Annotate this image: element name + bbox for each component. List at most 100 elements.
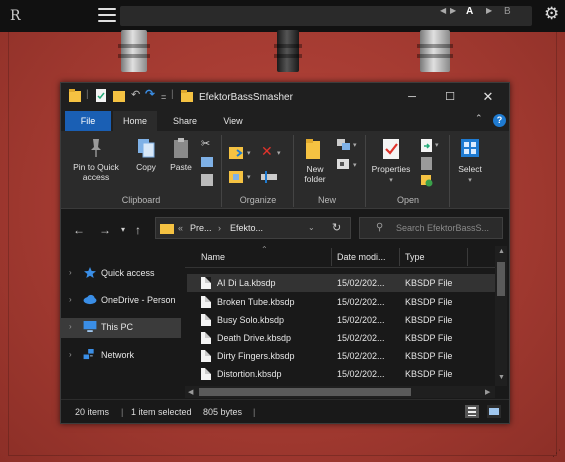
- easy-access-icon[interactable]: [337, 159, 351, 171]
- navigation-pane: › Quick access › OneDrive - Person › Thi…: [61, 246, 183, 399]
- column-separator[interactable]: [467, 248, 468, 266]
- help-icon[interactable]: ?: [493, 114, 506, 127]
- breadcrumb-presets[interactable]: Pre...: [190, 223, 212, 233]
- preset-prev-icon[interactable]: ◀: [440, 6, 446, 15]
- select-dropdown-icon: ▾: [468, 177, 472, 184]
- history-icon[interactable]: [421, 175, 433, 187]
- paste-button[interactable]: Paste: [165, 137, 197, 172]
- group-organize-label: Organize: [239, 195, 277, 205]
- ribbon-home: Pin to Quick access Copy Paste ✂ Clipboa…: [61, 131, 509, 209]
- delete-dropdown-icon[interactable]: ▾: [277, 149, 281, 157]
- customize-toolbar-icon[interactable]: =: [161, 92, 166, 102]
- new-item-icon[interactable]: [337, 139, 351, 151]
- recent-locations-icon[interactable]: ▾: [121, 225, 125, 234]
- file-row[interactable]: Death Drive.kbsdp 15/02/202... KBSDP Fil…: [187, 329, 495, 347]
- copy-path-icon[interactable]: [201, 157, 213, 167]
- new-folder-quick-icon[interactable]: [113, 89, 125, 102]
- open-dropdown-icon[interactable]: ▾: [435, 141, 439, 149]
- ab-a-button[interactable]: A: [466, 6, 473, 17]
- gear-icon[interactable]: ⚙: [544, 4, 559, 24]
- undo-icon[interactable]: ↶: [131, 88, 140, 101]
- scroll-up-icon[interactable]: ▲: [498, 248, 505, 255]
- easy-access-dropdown-icon[interactable]: ▾: [353, 161, 357, 169]
- edit-icon[interactable]: [421, 157, 433, 170]
- rename-icon[interactable]: [261, 171, 277, 183]
- resize-grip-icon[interactable]: ⋰: [552, 448, 561, 459]
- address-bar[interactable]: « Pre... › Efekto... ⌄ ↻: [155, 217, 351, 239]
- minimize-icon[interactable]: ─: [399, 88, 425, 106]
- group-separator: [293, 135, 294, 207]
- search-input[interactable]: ⚲ Search EfektorBassS...: [359, 217, 503, 239]
- hamburger-menu-icon[interactable]: [98, 8, 116, 24]
- column-name[interactable]: Name: [201, 252, 225, 262]
- expand-icon[interactable]: ›: [69, 350, 72, 359]
- breadcrumb-overflow[interactable]: «: [178, 223, 183, 233]
- maximize-icon[interactable]: ☐: [437, 88, 463, 106]
- move-to-icon[interactable]: [229, 145, 245, 159]
- file-row[interactable]: AI Di La.kbsdp 15/02/202... KBSDP File: [187, 274, 495, 292]
- horizontal-scroll-thumb[interactable]: [199, 388, 411, 396]
- redo-icon[interactable]: ↷: [145, 87, 155, 101]
- group-separator: [365, 135, 366, 207]
- ribbon-collapse-icon[interactable]: ⌃: [475, 113, 483, 124]
- column-type[interactable]: Type: [405, 252, 425, 262]
- address-dropdown-icon[interactable]: ⌄: [308, 223, 315, 232]
- back-icon[interactable]: ←: [73, 223, 85, 237]
- tab-file[interactable]: File: [65, 111, 111, 131]
- file-row[interactable]: Dirty Fingers.kbsdp 15/02/202... KBSDP F…: [187, 347, 495, 365]
- nav-item-onedrive[interactable]: › OneDrive - Person: [61, 291, 181, 309]
- copy-button[interactable]: Copy: [131, 137, 161, 172]
- tab-share[interactable]: Share: [165, 111, 205, 131]
- up-icon[interactable]: ↑: [135, 223, 141, 237]
- cut-icon[interactable]: ✂: [201, 137, 210, 150]
- large-icons-view-icon[interactable]: [487, 405, 501, 418]
- scroll-right-icon[interactable]: ▶: [485, 388, 490, 396]
- breadcrumb-current[interactable]: Efekto...: [230, 223, 263, 233]
- horizontal-scrollbar[interactable]: ◀ ▶: [185, 386, 495, 398]
- properties-quick-icon[interactable]: [95, 89, 107, 102]
- vertical-scroll-thumb[interactable]: [497, 262, 505, 296]
- expand-icon[interactable]: ›: [69, 322, 72, 331]
- ab-b-button[interactable]: B: [504, 6, 511, 17]
- file-icon: [201, 296, 211, 308]
- refresh-icon[interactable]: ↻: [332, 221, 341, 234]
- paste-shortcut-icon[interactable]: [201, 174, 213, 186]
- close-icon[interactable]: ✕: [475, 88, 501, 106]
- open-icon[interactable]: [421, 139, 433, 152]
- tab-home[interactable]: Home: [113, 111, 157, 131]
- nav-item-this-pc[interactable]: › This PC: [61, 318, 181, 338]
- group-separator: [221, 135, 222, 207]
- ribbon-tabs: File Home Share View ⌃: [61, 111, 509, 131]
- preset-next-icon[interactable]: ▶: [450, 6, 456, 15]
- vertical-scrollbar[interactable]: ▲ ▼: [495, 246, 507, 386]
- select-button[interactable]: Select ▾: [453, 137, 487, 186]
- new-item-dropdown-icon[interactable]: ▾: [353, 141, 357, 149]
- copy-to-icon[interactable]: [229, 169, 245, 183]
- expand-icon[interactable]: ›: [69, 295, 72, 304]
- tab-view[interactable]: View: [213, 111, 253, 131]
- copy-to-dropdown-icon[interactable]: ▾: [247, 173, 251, 181]
- file-explorer-window: | ↶ ↷ = | EfektorBassSmasher ─ ☐ ✕ File …: [60, 82, 510, 424]
- file-row[interactable]: Distortion.kbsdp 15/02/202... KBSDP File: [187, 365, 495, 383]
- ab-copy-arrow-icon[interactable]: ▶: [486, 6, 492, 15]
- new-folder-button[interactable]: New folder: [297, 137, 333, 184]
- pin-to-quick-access-button[interactable]: Pin to Quick access: [65, 137, 127, 182]
- scroll-left-icon[interactable]: ◀: [188, 388, 193, 396]
- nav-item-network[interactable]: › Network: [61, 346, 181, 364]
- scroll-down-icon[interactable]: ▼: [498, 374, 505, 381]
- column-separator[interactable]: [331, 248, 332, 266]
- delete-icon[interactable]: ✕: [261, 143, 273, 160]
- file-row[interactable]: Busy Solo.kbsdp 15/02/202... KBSDP File: [187, 311, 495, 329]
- move-to-dropdown-icon[interactable]: ▾: [247, 149, 251, 157]
- file-row[interactable]: Broken Tube.kbsdp 15/02/202... KBSDP Fil…: [187, 293, 495, 311]
- properties-button[interactable]: Properties ▾: [367, 137, 415, 186]
- details-view-icon[interactable]: [465, 405, 479, 418]
- selection-size: 805 bytes: [203, 407, 243, 417]
- column-date-modified[interactable]: Date modi...: [337, 252, 386, 262]
- nav-item-quick-access[interactable]: › Quick access: [61, 264, 181, 282]
- expand-icon[interactable]: ›: [69, 268, 72, 277]
- cable-connector-middle: [274, 30, 302, 72]
- column-separator[interactable]: [399, 248, 400, 266]
- forward-icon[interactable]: →: [99, 223, 111, 237]
- copy-icon: [138, 139, 155, 158]
